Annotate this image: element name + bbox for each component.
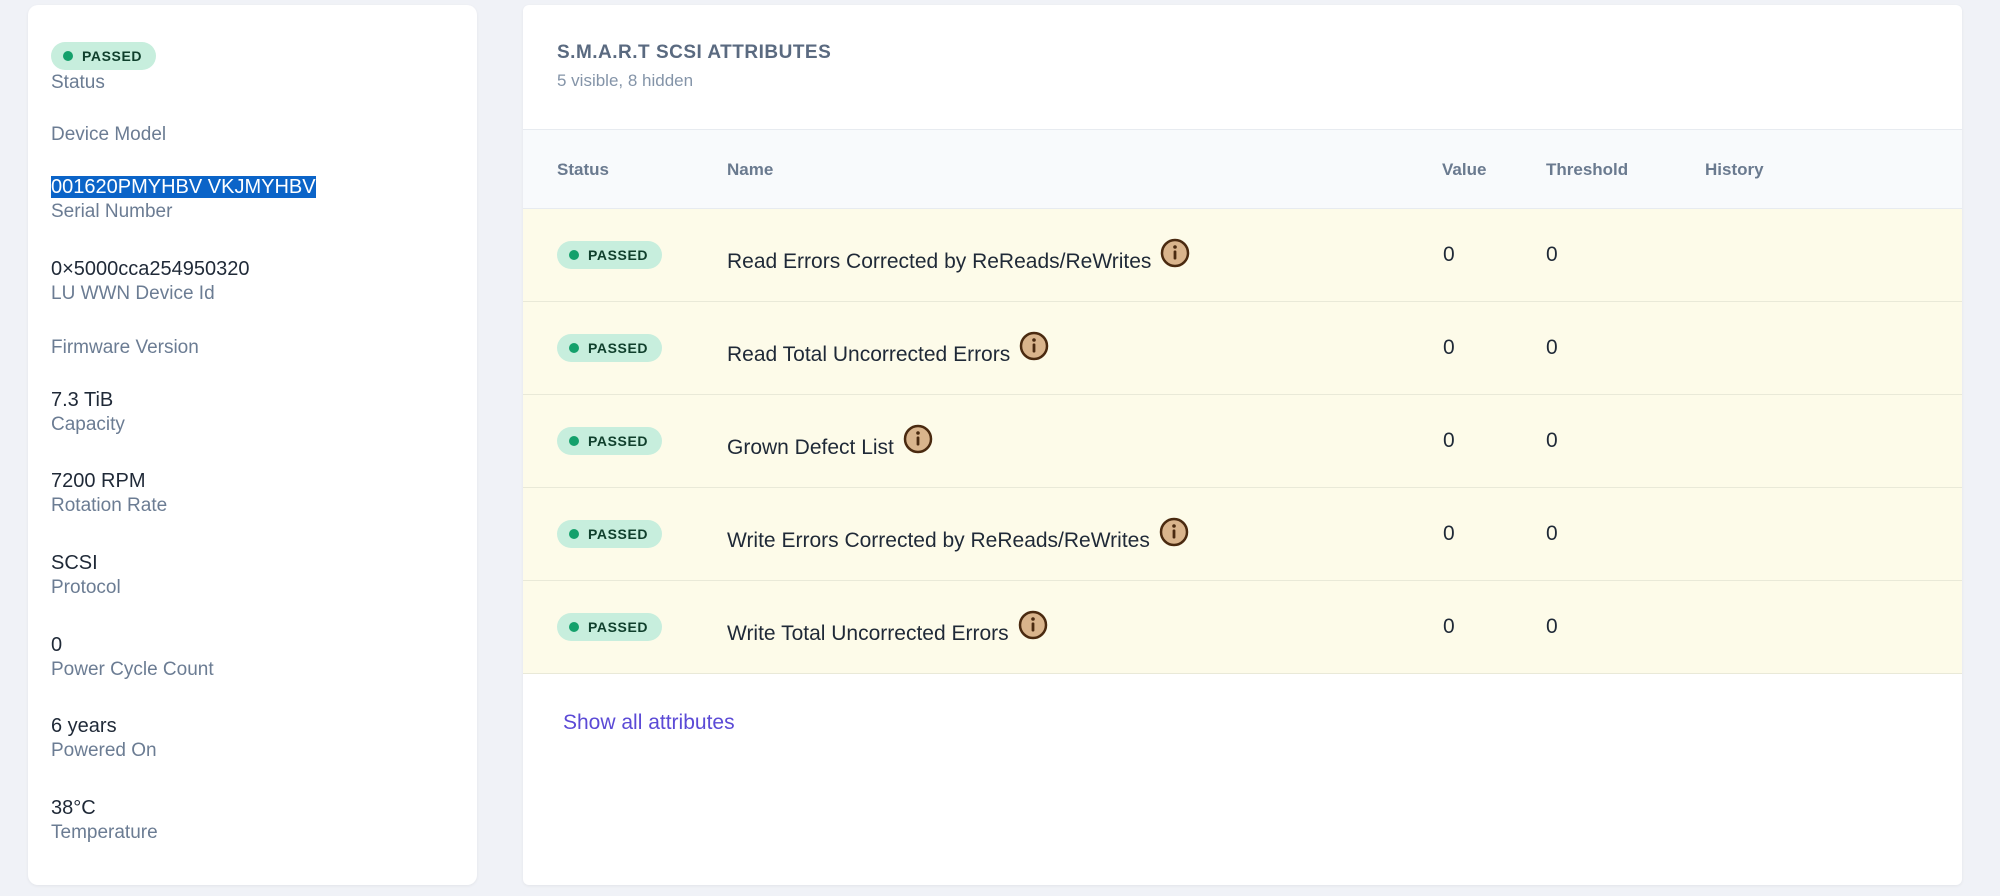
serial-number-detail: 001620PMYHBV VKJMYHBV Serial Number	[51, 174, 316, 224]
powered-on-label: Powered On	[51, 740, 157, 761]
row-status-text: PASSED	[588, 526, 649, 542]
status-badge: PASSED	[51, 42, 157, 70]
attribute-name: Write Total Uncorrected Errors	[727, 622, 1009, 645]
row-name: Grown Defect List	[727, 424, 933, 460]
attribute-threshold: 0	[1546, 615, 1558, 638]
info-icon[interactable]	[1159, 517, 1189, 547]
column-name[interactable]: Name	[727, 160, 773, 180]
wwn-label: LU WWN Device Id	[51, 283, 215, 304]
attribute-threshold: 0	[1546, 429, 1558, 452]
serial-number-label: Serial Number	[51, 201, 173, 222]
column-status[interactable]: Status	[557, 160, 609, 180]
row-status-badge: PASSED	[557, 613, 663, 641]
table-row[interactable]: PASSED Write Total Uncorrected Errors 0 …	[523, 581, 1962, 674]
firmware-label: Firmware Version	[51, 337, 199, 358]
wwn-detail: 0×5000cca254950320 LU WWN Device Id	[51, 256, 250, 306]
info-icon[interactable]	[903, 424, 933, 454]
protocol-label: Protocol	[51, 577, 121, 598]
attribute-history	[1705, 336, 1905, 360]
info-icon[interactable]	[1019, 331, 1049, 361]
status-dot-icon	[569, 436, 579, 446]
attribute-name: Grown Defect List	[727, 436, 894, 459]
info-icon[interactable]	[1160, 238, 1190, 268]
attribute-value: 0	[1443, 429, 1455, 452]
attribute-threshold: 0	[1546, 522, 1558, 545]
show-all-attributes-link[interactable]: Show all attributes	[563, 711, 735, 735]
attribute-name: Read Errors Corrected by ReReads/ReWrite…	[727, 250, 1152, 273]
attribute-value: 0	[1443, 522, 1455, 545]
table-row[interactable]: PASSED Write Errors Corrected by ReReads…	[523, 488, 1962, 581]
row-name: Write Total Uncorrected Errors	[727, 610, 1048, 646]
row-status-badge: PASSED	[557, 427, 663, 455]
table-row[interactable]: PASSED Read Total Uncorrected Errors 0 0	[523, 302, 1962, 395]
table-row[interactable]: PASSED Read Errors Corrected by ReReads/…	[523, 209, 1962, 302]
capacity-detail: 7.3 TiB Capacity	[51, 387, 125, 437]
status-dot-icon	[63, 51, 73, 61]
row-name: Write Errors Corrected by ReReads/ReWrit…	[727, 517, 1189, 553]
attribute-value: 0	[1443, 615, 1455, 638]
rotation-value: 7200 RPM	[51, 470, 146, 492]
row-status-text: PASSED	[588, 247, 649, 263]
attribute-history	[1705, 522, 1905, 546]
device-details-card: PASSED Status Device Model 001620PMYHBV …	[28, 5, 477, 885]
status-detail: PASSED Status	[51, 42, 157, 95]
column-history[interactable]: History	[1705, 160, 1764, 180]
status-badge-text: PASSED	[82, 48, 143, 64]
row-status-text: PASSED	[588, 340, 649, 356]
rotation-label: Rotation Rate	[51, 495, 168, 516]
status-dot-icon	[569, 250, 579, 260]
protocol-value: SCSI	[51, 552, 98, 574]
status-dot-icon	[569, 529, 579, 539]
protocol-detail: SCSI Protocol	[51, 550, 121, 600]
attribute-value: 0	[1443, 336, 1455, 359]
status-dot-icon	[569, 622, 579, 632]
smart-attributes-card: S.M.A.R.T SCSI ATTRIBUTES 5 visible, 8 h…	[523, 5, 1962, 885]
table-header: Status Name Value Threshold History	[523, 129, 1962, 209]
capacity-value: 7.3 TiB	[51, 389, 114, 411]
temperature-detail: 38°C Temperature	[51, 795, 158, 845]
status-dot-icon	[569, 343, 579, 353]
firmware-detail: Firmware Version	[51, 336, 199, 360]
attribute-history	[1705, 615, 1905, 639]
table-row[interactable]: PASSED Grown Defect List 0 0	[523, 395, 1962, 488]
device-model-detail: Device Model	[51, 123, 166, 147]
section-subtitle: 5 visible, 8 hidden	[557, 71, 694, 90]
temperature-value: 38°C	[51, 797, 96, 819]
row-status-badge: PASSED	[557, 520, 663, 548]
power-cycle-label: Power Cycle Count	[51, 659, 214, 680]
power-cycle-value: 0	[51, 634, 63, 656]
row-name: Read Errors Corrected by ReReads/ReWrite…	[727, 238, 1190, 274]
device-model-label: Device Model	[51, 124, 167, 145]
capacity-label: Capacity	[51, 414, 125, 435]
info-icon[interactable]	[1018, 610, 1048, 640]
power-cycle-detail: 0 Power Cycle Count	[51, 632, 214, 682]
status-label: Status	[51, 72, 105, 93]
attribute-history	[1705, 429, 1905, 453]
column-threshold[interactable]: Threshold	[1546, 160, 1628, 180]
temperature-label: Temperature	[51, 822, 158, 843]
row-status-text: PASSED	[588, 433, 649, 449]
row-status-badge: PASSED	[557, 334, 663, 362]
wwn-value: 0×5000cca254950320	[51, 258, 250, 280]
serial-number-value[interactable]: 001620PMYHBV VKJMYHBV	[51, 176, 316, 198]
row-name: Read Total Uncorrected Errors	[727, 331, 1049, 367]
attribute-name: Read Total Uncorrected Errors	[727, 343, 1011, 366]
powered-on-value: 6 years	[51, 715, 117, 737]
powered-on-detail: 6 years Powered On	[51, 713, 157, 763]
column-value[interactable]: Value	[1442, 160, 1486, 180]
attribute-threshold: 0	[1546, 336, 1558, 359]
section-title: S.M.A.R.T SCSI ATTRIBUTES	[557, 42, 832, 63]
attribute-value: 0	[1443, 243, 1455, 266]
rotation-detail: 7200 RPM Rotation Rate	[51, 468, 167, 518]
row-status-badge: PASSED	[557, 241, 663, 269]
attribute-history	[1705, 243, 1905, 267]
attribute-name: Write Errors Corrected by ReReads/ReWrit…	[727, 529, 1150, 552]
attribute-threshold: 0	[1546, 243, 1558, 266]
row-status-text: PASSED	[588, 619, 649, 635]
